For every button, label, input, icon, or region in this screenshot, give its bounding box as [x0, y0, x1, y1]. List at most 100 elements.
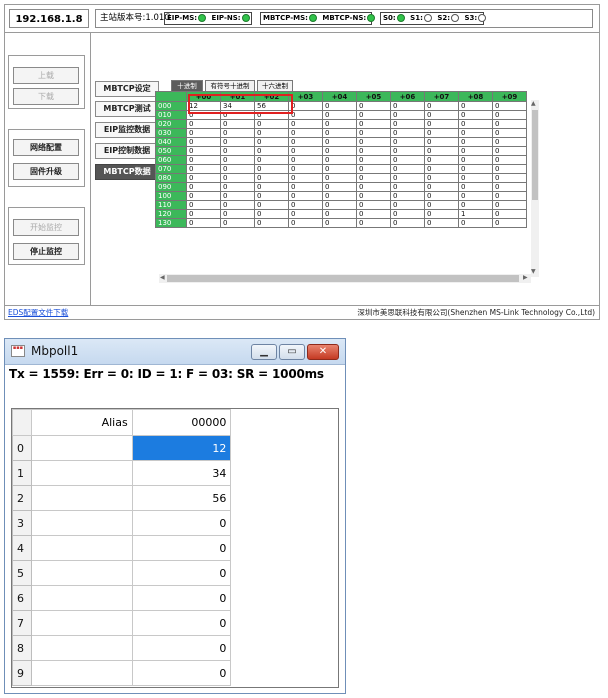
register-cell[interactable]: 0 [186, 209, 221, 219]
register-cell[interactable]: 0 [492, 155, 527, 165]
register-cell[interactable]: 0 [424, 128, 459, 138]
register-cell[interactable]: 0 [254, 110, 289, 120]
nav-mbtcp-settings[interactable]: MBTCP设定 [95, 81, 159, 97]
register-cell[interactable]: 0 [458, 128, 493, 138]
value-cell[interactable]: 34 [131, 460, 232, 486]
register-cell[interactable]: 0 [220, 209, 255, 219]
register-cell[interactable]: 0 [322, 137, 357, 147]
close-icon[interactable]: ✕ [307, 344, 339, 360]
register-cell[interactable]: 0 [288, 137, 323, 147]
value-cell[interactable]: 0 [131, 535, 232, 561]
vertical-scroll-thumb[interactable] [532, 110, 538, 200]
alias-cell[interactable] [30, 460, 133, 486]
register-cell[interactable]: 0 [424, 101, 459, 111]
value-cell[interactable]: 0 [131, 610, 232, 636]
alias-cell[interactable] [30, 660, 133, 686]
register-cell[interactable]: 0 [220, 218, 255, 228]
alias-cell[interactable] [30, 635, 133, 661]
value-cell[interactable]: 0 [131, 560, 232, 586]
register-cell[interactable]: 0 [458, 146, 493, 156]
scroll-down-icon[interactable]: ▼ [531, 268, 536, 275]
register-cell[interactable]: 0 [424, 146, 459, 156]
register-cell[interactable]: 0 [424, 200, 459, 210]
register-cell[interactable]: 0 [322, 182, 357, 192]
alias-cell[interactable] [30, 535, 133, 561]
register-cell[interactable]: 0 [186, 182, 221, 192]
register-cell[interactable]: 0 [458, 173, 493, 183]
network-config-button[interactable]: 网络配置 [13, 139, 79, 156]
value-cell[interactable]: 0 [131, 510, 232, 536]
register-cell[interactable]: 0 [322, 218, 357, 228]
register-cell[interactable]: 0 [492, 101, 527, 111]
register-cell[interactable]: 0 [254, 218, 289, 228]
register-cell[interactable]: 0 [390, 218, 425, 228]
register-cell[interactable]: 0 [458, 155, 493, 165]
register-cell[interactable]: 0 [288, 209, 323, 219]
register-cell[interactable]: 0 [390, 128, 425, 138]
register-cell[interactable]: 0 [186, 119, 221, 129]
nav-eip-monitor-data[interactable]: EIP监控数据 [95, 122, 159, 138]
register-cell[interactable]: 0 [492, 209, 527, 219]
register-cell[interactable]: 0 [288, 110, 323, 120]
register-cell[interactable]: 0 [390, 110, 425, 120]
register-cell[interactable]: 0 [492, 146, 527, 156]
register-cell[interactable]: 0 [458, 137, 493, 147]
register-cell[interactable]: 0 [220, 173, 255, 183]
register-cell[interactable]: 0 [458, 200, 493, 210]
download-button[interactable]: 下载 [13, 88, 79, 105]
register-cell[interactable]: 0 [220, 164, 255, 174]
register-cell[interactable]: 0 [390, 191, 425, 201]
register-cell[interactable]: 0 [288, 155, 323, 165]
register-cell[interactable]: 0 [492, 128, 527, 138]
register-cell[interactable]: 0 [254, 119, 289, 129]
register-cell[interactable]: 0 [186, 191, 221, 201]
register-cell[interactable]: 0 [254, 191, 289, 201]
register-cell[interactable]: 0 [356, 209, 391, 219]
register-cell[interactable]: 0 [220, 182, 255, 192]
register-cell[interactable]: 0 [356, 137, 391, 147]
upload-button[interactable]: 上载 [13, 67, 79, 84]
register-cell[interactable]: 0 [458, 110, 493, 120]
register-cell[interactable]: 0 [390, 146, 425, 156]
horizontal-scroll-thumb[interactable] [167, 275, 519, 282]
register-cell[interactable]: 0 [220, 146, 255, 156]
register-cell[interactable]: 0 [356, 128, 391, 138]
register-cell[interactable]: 0 [220, 200, 255, 210]
register-cell[interactable]: 0 [492, 173, 527, 183]
register-cell[interactable]: 0 [458, 164, 493, 174]
register-cell[interactable]: 0 [322, 101, 357, 111]
start-monitor-button[interactable]: 开始监控 [13, 219, 79, 236]
register-cell[interactable]: 0 [424, 110, 459, 120]
register-cell[interactable]: 0 [288, 101, 323, 111]
register-cell[interactable]: 0 [492, 110, 527, 120]
register-cell[interactable]: 0 [288, 173, 323, 183]
vertical-scrollbar[interactable]: ▲ ▼ [531, 100, 539, 277]
value-cell[interactable]: 0 [131, 635, 232, 661]
register-cell[interactable]: 0 [356, 173, 391, 183]
scroll-up-icon[interactable]: ▲ [531, 100, 536, 107]
register-cell[interactable]: 0 [458, 191, 493, 201]
nav-mbtcp-test[interactable]: MBTCP测试 [95, 101, 159, 117]
register-cell[interactable]: 0 [254, 200, 289, 210]
register-cell[interactable]: 0 [288, 164, 323, 174]
register-cell[interactable]: 0 [186, 137, 221, 147]
register-cell[interactable]: 0 [424, 209, 459, 219]
register-cell[interactable]: 0 [186, 128, 221, 138]
scroll-right-icon[interactable]: ▶ [523, 274, 528, 281]
register-cell[interactable]: 0 [356, 218, 391, 228]
register-cell[interactable]: 0 [254, 146, 289, 156]
window-titlebar[interactable]: ▪▪▪ Mbpoll1 ▁ ▭ ✕ [5, 339, 345, 365]
register-cell[interactable]: 0 [322, 200, 357, 210]
nav-mbtcp-data[interactable]: MBTCP数据 [95, 164, 159, 180]
register-cell[interactable]: 0 [458, 182, 493, 192]
alias-cell[interactable] [30, 560, 133, 586]
register-cell[interactable]: 0 [424, 137, 459, 147]
alias-cell[interactable] [30, 510, 133, 536]
register-cell[interactable]: 0 [254, 155, 289, 165]
register-cell[interactable]: 0 [254, 173, 289, 183]
register-cell[interactable]: 0 [356, 155, 391, 165]
eds-download-link[interactable]: EDS配置文件下载 [8, 306, 68, 319]
register-cell[interactable]: 0 [186, 218, 221, 228]
register-cell[interactable]: 0 [288, 218, 323, 228]
register-cell[interactable]: 0 [424, 164, 459, 174]
